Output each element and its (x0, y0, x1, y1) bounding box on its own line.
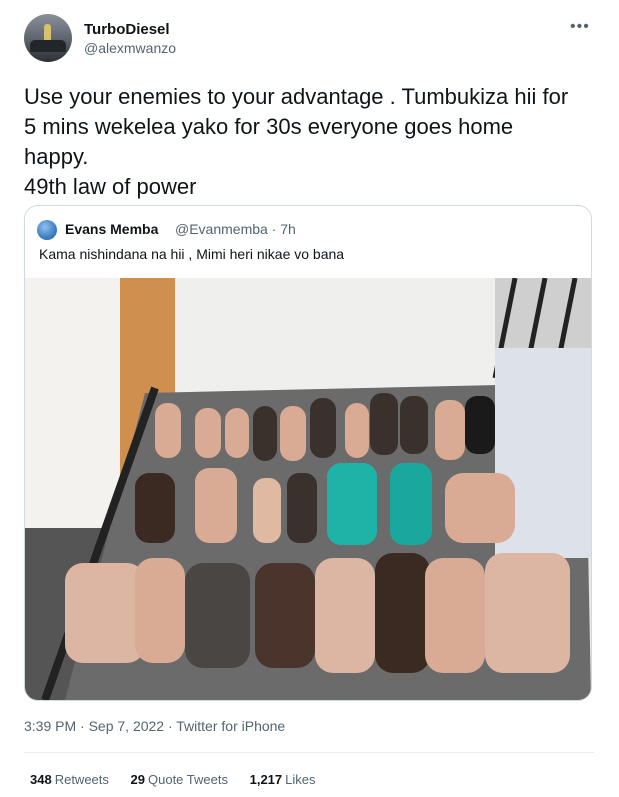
tweet-text: Use your enemies to your advantage . Tum… (24, 84, 569, 199)
stat-retweets[interactable]: 348 Retweets (30, 772, 109, 787)
quoted-text: Kama nishindana na hii , Mimi heri nikae… (39, 246, 345, 262)
tweet-timestamp[interactable]: 3:39 PM · Sep 7, 2022 · Twitter for iPho… (24, 718, 285, 734)
quoted-photo[interactable] (25, 278, 591, 700)
tweet: TurboDiesel @alexmwanzo ••• Use your ene… (0, 0, 619, 797)
quoted-avatar (37, 220, 57, 240)
stat-likes[interactable]: 1,217 Likes (250, 772, 316, 787)
author-handle[interactable]: @alexmwanzo (84, 40, 176, 56)
author-name[interactable]: TurboDiesel (84, 21, 170, 38)
quoted-author-name: Evans Memba (65, 221, 159, 237)
divider (24, 752, 594, 753)
quoted-author-handle: @Evanmemba · 7h (175, 221, 296, 237)
author-avatar[interactable] (24, 14, 72, 62)
quoted-tweet[interactable]: Evans Memba @Evanmemba · 7h Kama nishind… (24, 205, 592, 701)
tweet-stats: 348 Retweets 29 Quote Tweets 1,217 Likes (30, 772, 334, 787)
stat-quote-tweets[interactable]: 29 Quote Tweets (131, 772, 228, 787)
more-icon[interactable]: ••• (570, 18, 590, 36)
